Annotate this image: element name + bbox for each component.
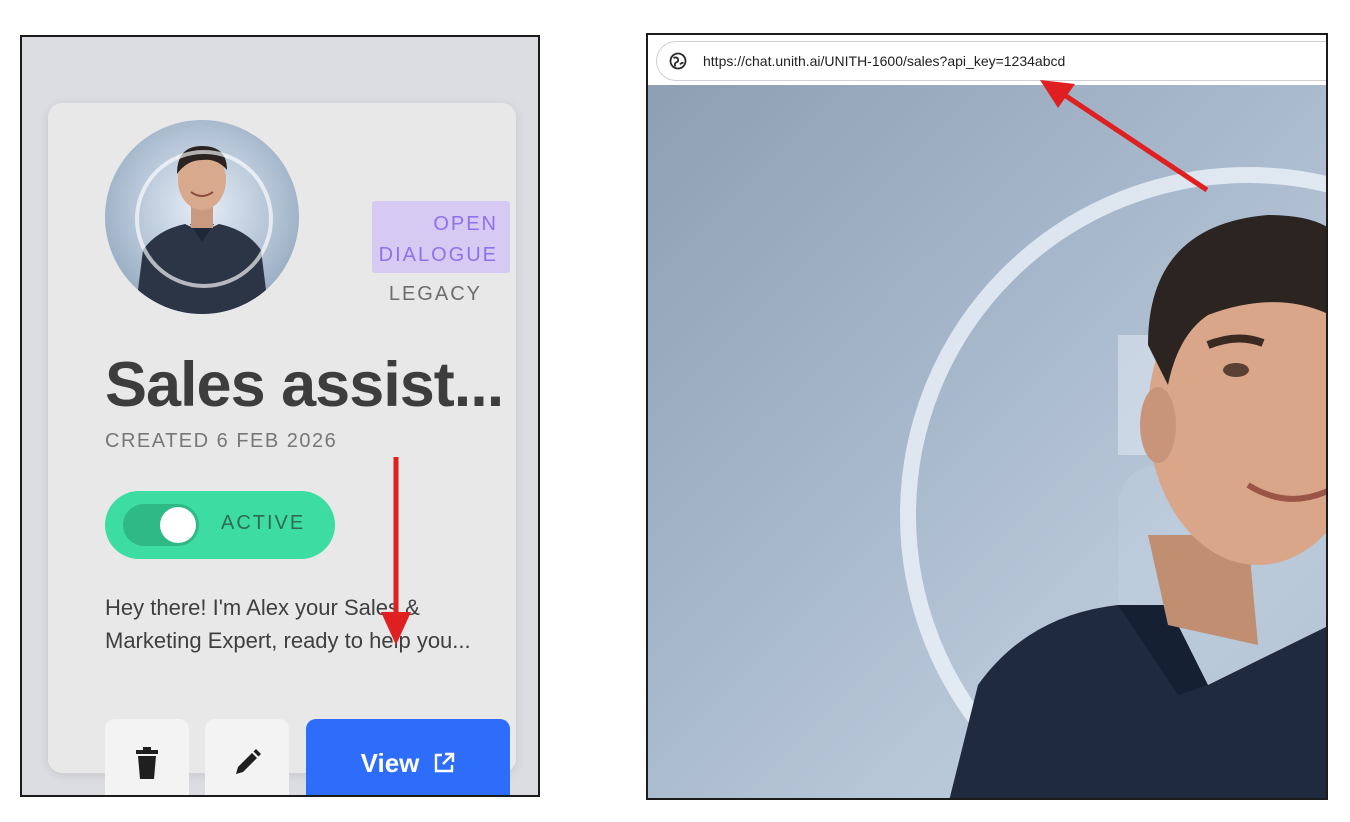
active-toggle[interactable]: ACTIVE bbox=[105, 491, 335, 559]
legacy-tag: LEGACY bbox=[388, 283, 482, 305]
delete-button[interactable] bbox=[105, 719, 189, 795]
digital-human-card: OPEN DIALOGUE LEGACY Sales assist... CRE… bbox=[48, 103, 516, 795]
view-button-label: View bbox=[360, 747, 420, 778]
toggle-knob[interactable] bbox=[160, 507, 196, 543]
card-title: Sales assist... bbox=[105, 350, 504, 420]
view-button[interactable]: View bbox=[306, 719, 510, 795]
url-text[interactable]: https://chat.unith.ai/UNITH-1600/sales?a… bbox=[703, 53, 1065, 69]
browser-address-bar[interactable]: https://chat.unith.ai/UNITH-1600/sales?a… bbox=[656, 41, 1326, 81]
toggle-status-label: ACTIVE bbox=[221, 512, 306, 534]
toggle-track[interactable] bbox=[123, 504, 199, 546]
right-screenshot-panel: https://chat.unith.ai/UNITH-1600/sales?a… bbox=[646, 33, 1328, 800]
left-screenshot-panel: OPEN DIALOGUE LEGACY Sales assist... CRE… bbox=[20, 35, 540, 797]
open-dialogue-tag: OPEN DIALOGUE bbox=[372, 201, 510, 273]
digital-human-video-view bbox=[648, 85, 1326, 798]
trash-icon bbox=[136, 747, 158, 779]
card-description: Hey there! I'm Alex your Sales & Marketi… bbox=[105, 595, 471, 653]
external-link-icon bbox=[435, 752, 455, 773]
site-info-icon[interactable] bbox=[669, 51, 689, 71]
edit-button[interactable] bbox=[205, 719, 289, 795]
pencil-icon bbox=[236, 749, 261, 774]
digital-human-image bbox=[900, 167, 1326, 798]
avatar-ring bbox=[135, 150, 273, 288]
created-date: CREATED 6 FEB 2026 bbox=[105, 430, 338, 452]
avatar bbox=[105, 120, 299, 314]
